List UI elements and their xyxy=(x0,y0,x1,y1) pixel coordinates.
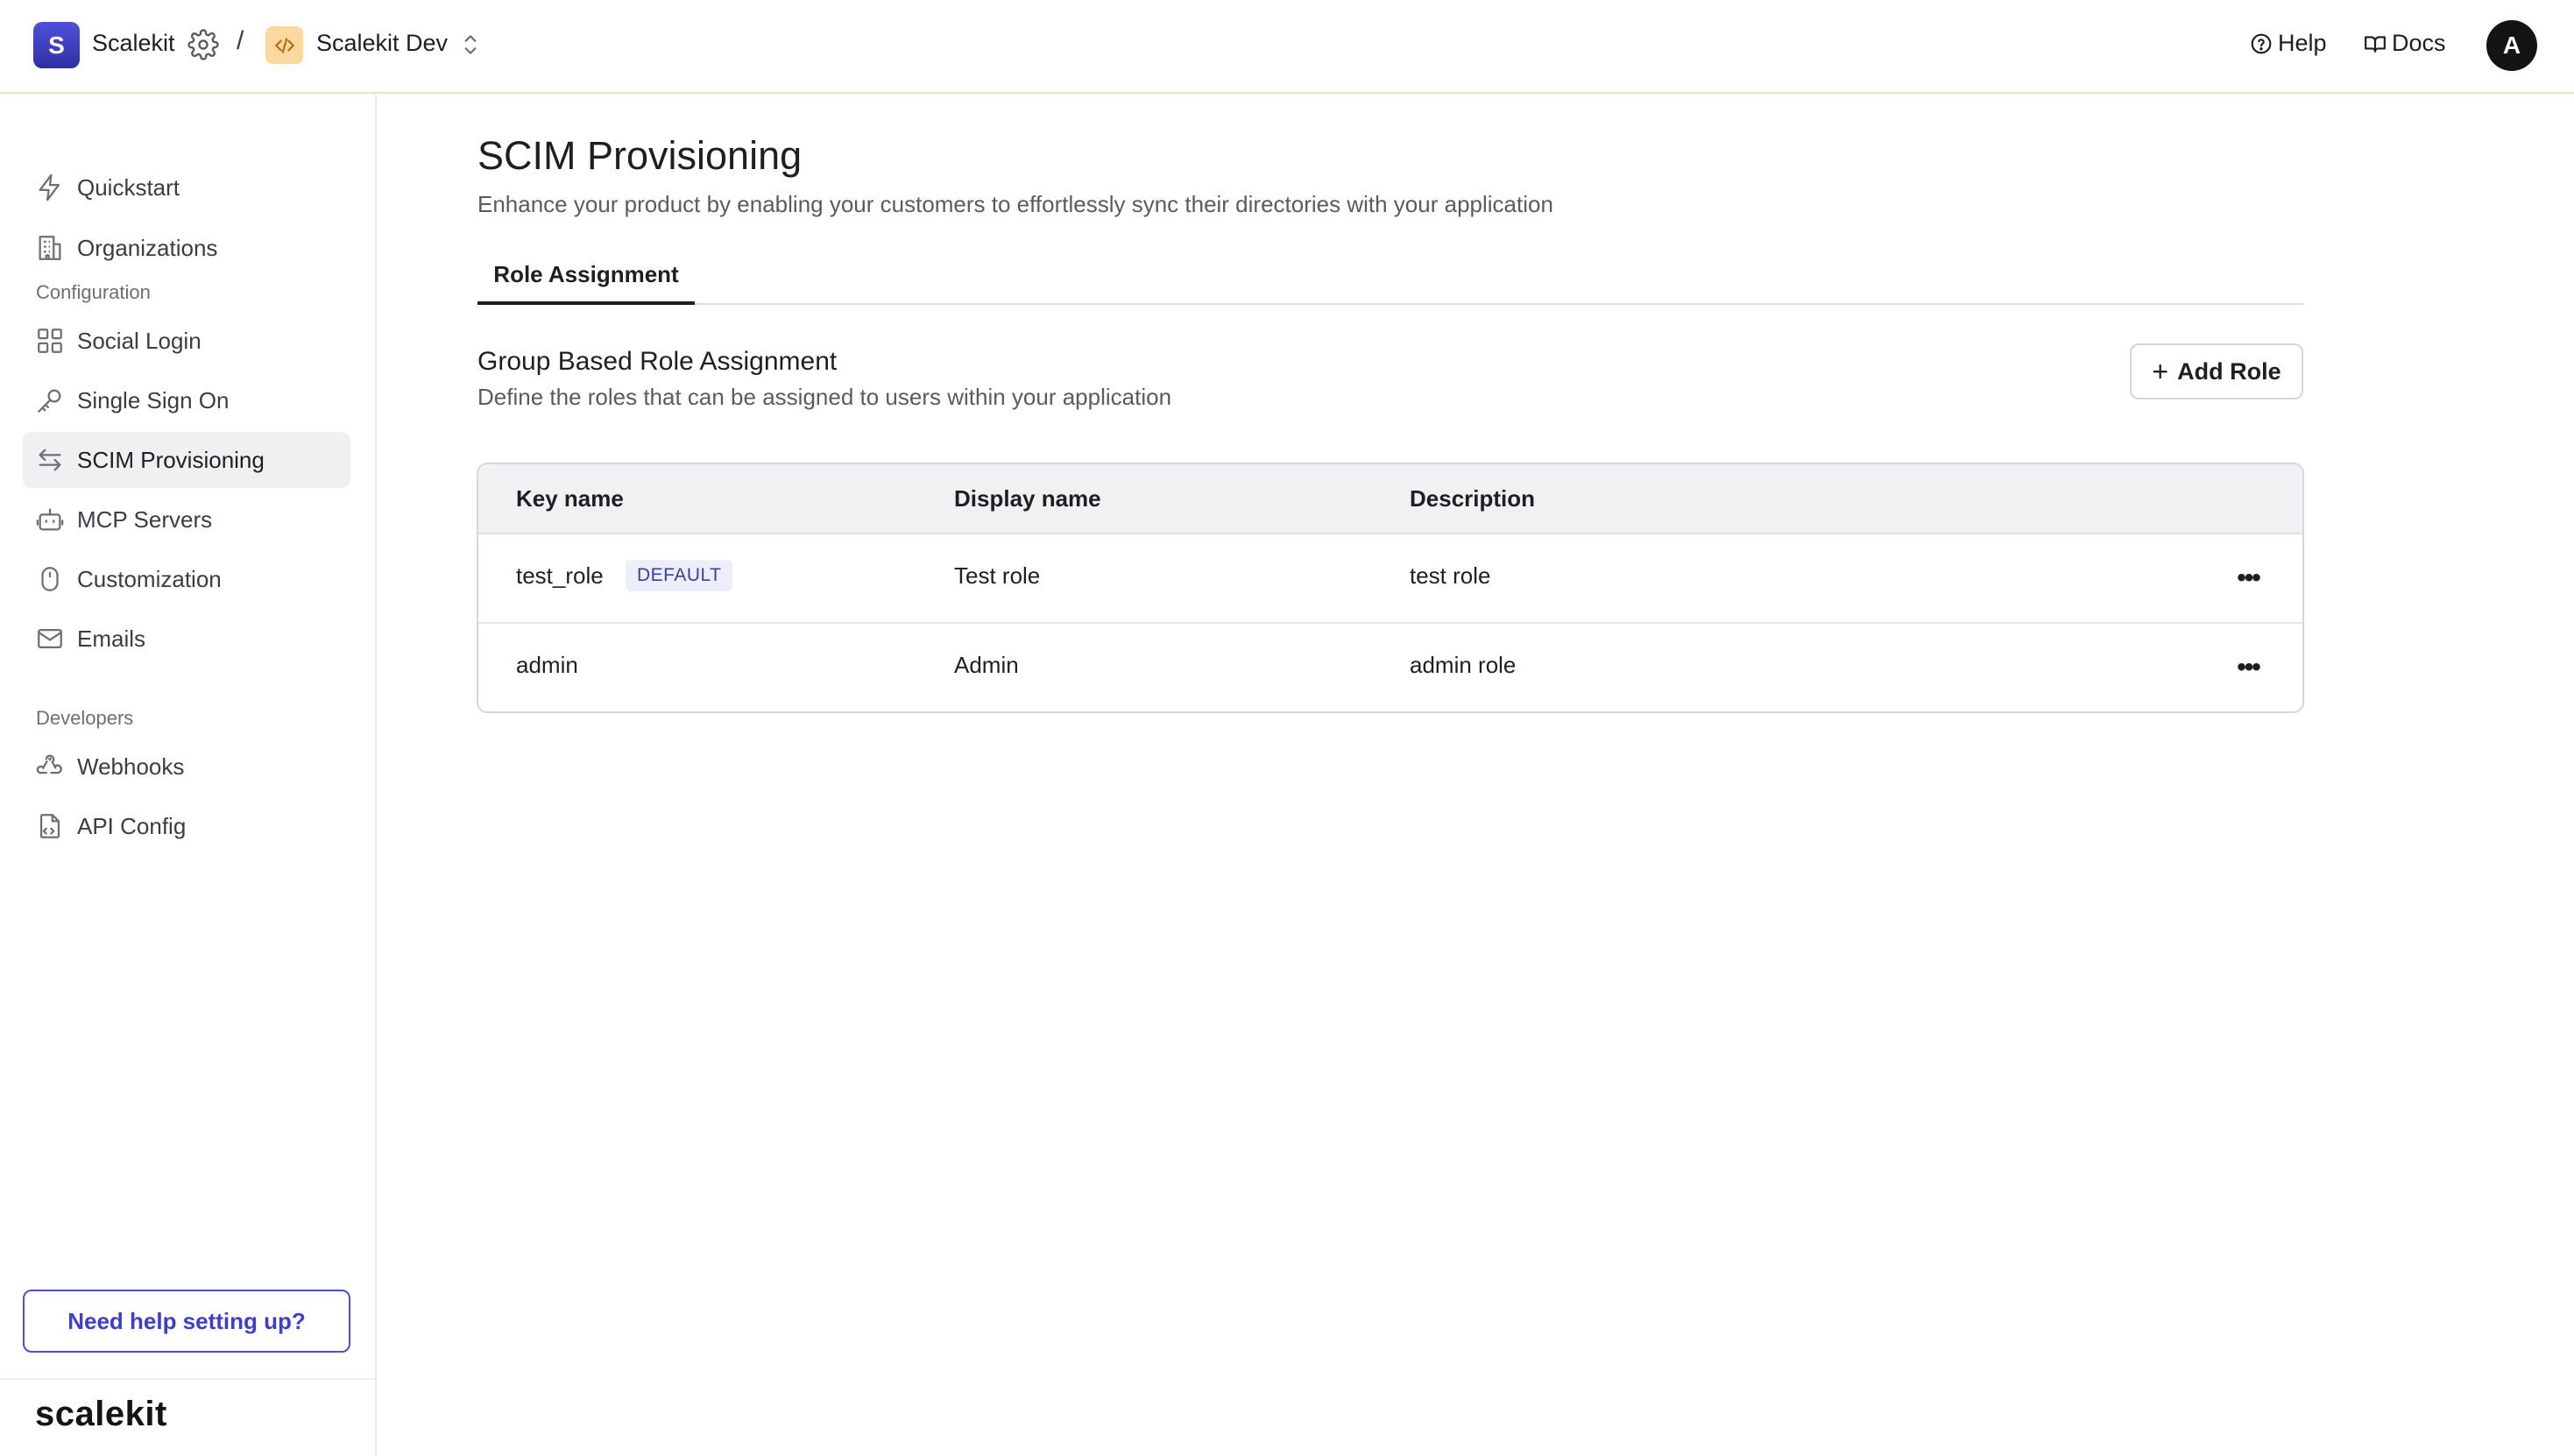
brand-logo: scalekit xyxy=(35,1395,167,1433)
lightning-icon xyxy=(39,173,60,201)
page-subtitle: Enhance your product by enabling your cu… xyxy=(477,191,1553,217)
top-bar: S Scalekit / Scalekit Dev Help Docs A xyxy=(0,0,2574,94)
robot-icon xyxy=(36,508,64,531)
help-label: Help xyxy=(2278,30,2327,56)
table-header: Key name Display name Description xyxy=(478,464,2302,534)
workspace-name[interactable]: Scalekit xyxy=(92,30,175,57)
help-link[interactable]: Help xyxy=(2250,30,2327,57)
table-row[interactable]: test_role DEFAULT Test role test role ••… xyxy=(478,534,2302,624)
sidebar-item-label: Single Sign On xyxy=(77,386,230,413)
environment-name[interactable]: Scalekit Dev xyxy=(316,30,448,57)
sidebar-item-label: Quickstart xyxy=(77,173,180,201)
sidebar-item-label: Organizations xyxy=(77,234,218,261)
add-role-label: Add Role xyxy=(2177,357,2281,385)
more-options-icon[interactable]: ••• xyxy=(2231,650,2266,685)
docs-link[interactable]: Docs xyxy=(2364,30,2446,57)
tab-bar: Role Assignment xyxy=(477,252,2303,305)
sidebar-divider xyxy=(0,1378,375,1380)
sidebar-item-label: MCP Servers xyxy=(77,505,213,533)
sidebar-item-organizations[interactable]: Organizations xyxy=(23,220,350,276)
help-circle-icon xyxy=(2251,33,2272,53)
sidebar-item-scim-provisioning[interactable]: SCIM Provisioning xyxy=(23,432,350,488)
more-options-icon[interactable]: ••• xyxy=(2231,561,2266,596)
file-code-icon xyxy=(39,814,60,838)
sidebar-item-mcp-servers[interactable]: MCP Servers xyxy=(23,491,350,548)
sidebar-item-single-sign-on[interactable]: Single Sign On xyxy=(23,372,350,428)
breadcrumb-separator: / xyxy=(237,26,244,55)
need-help-button[interactable]: Need help setting up? xyxy=(23,1290,350,1353)
column-header-description: Description xyxy=(1410,485,1536,512)
tab-role-assignment[interactable]: Role Assignment xyxy=(477,252,695,305)
table-row[interactable]: admin Admin admin role ••• xyxy=(478,624,2302,711)
chevron-up-down-icon[interactable] xyxy=(459,32,482,58)
mouse-icon xyxy=(41,567,59,591)
sidebar-item-webhooks[interactable]: Webhooks xyxy=(23,739,350,795)
webhook-icon xyxy=(36,754,62,774)
sidebar-item-label: Social Login xyxy=(77,327,202,354)
sidebar-item-label: API Config xyxy=(77,812,187,839)
sidebar: Quickstart Organizations Configuration S… xyxy=(0,94,377,1456)
workspace-logo[interactable]: S xyxy=(33,22,80,68)
sidebar-item-emails[interactable]: Emails xyxy=(23,611,350,667)
docs-label: Docs xyxy=(2392,30,2446,56)
sidebar-item-label: Emails xyxy=(77,625,146,652)
role-key: test_role xyxy=(516,562,604,589)
gear-icon[interactable] xyxy=(187,29,219,60)
arrows-swap-icon xyxy=(39,449,61,471)
mail-icon xyxy=(38,628,62,649)
sidebar-item-api-config[interactable]: API Config xyxy=(23,798,350,854)
role-display-name: Admin xyxy=(954,652,1019,678)
grid-icon xyxy=(38,329,62,353)
role-key: admin xyxy=(516,652,578,678)
page-title: SCIM Provisioning xyxy=(477,133,803,178)
sidebar-item-label: Customization xyxy=(77,565,222,592)
section-label-configuration: Configuration xyxy=(36,281,151,303)
avatar[interactable]: A xyxy=(2486,20,2537,71)
section-title: Group Based Role Assignment xyxy=(477,347,838,376)
column-header-key-name: Key name xyxy=(516,485,624,512)
role-description: test role xyxy=(1410,562,1491,589)
column-header-display-name: Display name xyxy=(954,485,1101,512)
key-icon xyxy=(38,389,61,413)
add-role-button[interactable]: + Add Role xyxy=(2130,343,2303,399)
role-description: admin role xyxy=(1410,652,1517,678)
sidebar-item-quickstart[interactable]: Quickstart xyxy=(23,159,350,216)
environment-code-icon[interactable] xyxy=(265,26,303,64)
section-subtitle: Define the roles that can be assigned to… xyxy=(477,384,1172,410)
section-label-developers: Developers xyxy=(36,707,134,729)
building-icon xyxy=(39,236,61,260)
book-open-icon xyxy=(2365,35,2386,53)
sidebar-item-label: Webhooks xyxy=(77,753,185,780)
role-display-name: Test role xyxy=(954,562,1041,589)
sidebar-item-social-login[interactable]: Social Login xyxy=(23,313,350,369)
sidebar-item-label: SCIM Provisioning xyxy=(77,446,265,473)
roles-table: Key name Display name Description test_r… xyxy=(477,463,2304,713)
sidebar-item-customization[interactable]: Customization xyxy=(23,551,350,607)
default-badge: DEFAULT xyxy=(626,560,733,591)
plus-icon: + xyxy=(2152,356,2169,387)
